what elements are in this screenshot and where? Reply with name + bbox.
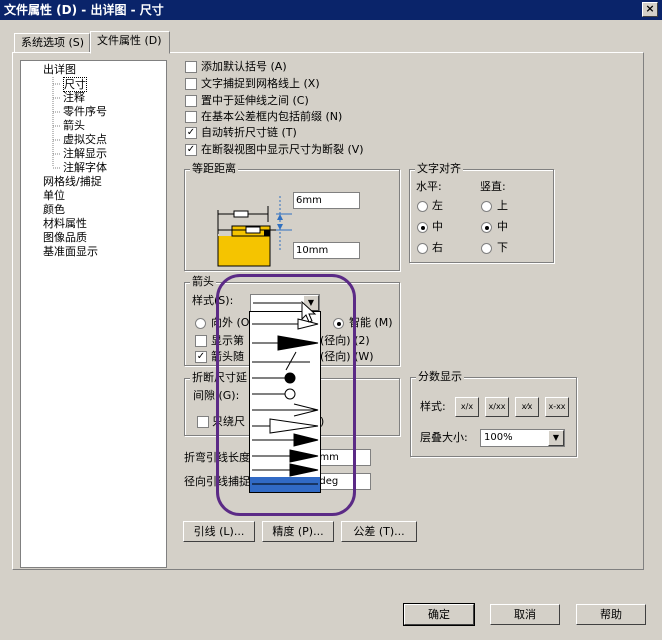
arrow-group-title: 箭头 <box>190 275 216 288</box>
offset-group-title: 等距距离 <box>190 162 238 175</box>
label-include-prefix: 在基本公差框内包括前缀 (N) <box>201 110 343 123</box>
checkbox-auto-jog[interactable]: ✓ <box>185 127 197 139</box>
leader-button[interactable]: 引线 (L)... <box>183 521 255 542</box>
tab-document-properties[interactable]: 文件属性 (D) <box>90 31 170 54</box>
checkbox-center-between-extensions[interactable] <box>185 95 197 107</box>
radio-v-top[interactable] <box>481 201 492 212</box>
cancel-button[interactable]: 取消 <box>490 604 560 625</box>
offset-bottom-input[interactable]: 10mm <box>293 242 360 259</box>
stack-size-select[interactable]: 100% ▼ <box>480 429 565 447</box>
fraction-style-2-button[interactable]: x/xx <box>485 397 509 417</box>
radio-h-center[interactable] <box>417 222 428 233</box>
fraction-style-3-button[interactable]: x⁄x <box>515 397 539 417</box>
radio-h-center-label: 中 <box>432 220 443 233</box>
label-default-parentheses: 添加默认括号 (A) <box>201 60 287 73</box>
fraction-style-4-button[interactable]: x-xx <box>545 397 569 417</box>
checkbox-display-second[interactable] <box>195 335 207 347</box>
fraction-style-1-button[interactable]: x/x <box>455 397 479 417</box>
mouse-cursor-icon <box>301 301 317 323</box>
radio-v-middle[interactable] <box>481 222 492 233</box>
checkbox-only-around[interactable] <box>197 416 209 428</box>
checkbox-arrow-follow[interactable]: ✓ <box>195 351 207 363</box>
label-snap-text-grid: 文字捕捉到网格线上 (X) <box>201 77 320 90</box>
radio-h-right[interactable] <box>417 243 428 254</box>
radio-v-bottom[interactable] <box>481 243 492 254</box>
radio-v-top-label: 上 <box>497 199 508 212</box>
label-auto-jog: 自动转折尺寸链 (T) <box>201 126 297 139</box>
help-button[interactable]: 帮助 <box>576 604 646 625</box>
window-title: 文件属性 (D) - 出详图 - 尺寸 <box>0 0 662 20</box>
close-button[interactable]: × <box>642 2 658 17</box>
checkbox-default-parentheses[interactable] <box>185 61 197 73</box>
fraction-style-label: 样式: <box>420 400 446 413</box>
radio-h-left[interactable] <box>417 201 428 212</box>
highlight-annotation <box>216 274 356 516</box>
stack-size-label: 层叠大小: <box>420 431 468 444</box>
label-center-between-extensions: 置中于延伸线之间 (C) <box>201 94 309 107</box>
tolerance-button[interactable]: 公差 (T)... <box>341 521 417 542</box>
radio-arrow-outside[interactable] <box>195 318 206 329</box>
tab-system-options[interactable]: 系统选项 (S) <box>14 33 90 53</box>
radio-v-middle-label: 中 <box>497 220 508 233</box>
stack-size-value: 100% <box>484 432 513 443</box>
radio-h-left-label: 左 <box>432 199 443 212</box>
checkbox-snap-text-grid[interactable] <box>185 78 197 90</box>
options-tree[interactable]: 出详图 尺寸 注释 零件序号 箭头 虚拟交点 注解显示 注解字体 网格线/捕捉 … <box>20 60 167 568</box>
checkbox-show-broken[interactable]: ✓ <box>185 144 197 156</box>
tree-lines <box>52 77 61 169</box>
vertical-label: 竖直: <box>480 180 506 193</box>
precision-button[interactable]: 精度 (P)... <box>262 521 334 542</box>
label-show-broken: 在断裂视图中显示尺寸为断裂 (V) <box>201 143 364 156</box>
radio-v-bottom-label: 下 <box>497 241 508 254</box>
horizontal-label: 水平: <box>416 180 442 193</box>
ok-button[interactable]: 确定 <box>403 603 475 626</box>
radio-h-right-label: 右 <box>432 241 443 254</box>
offset-top-input[interactable]: 6mm <box>293 192 360 209</box>
checkbox-include-prefix[interactable] <box>185 111 197 123</box>
offset-diagram-icon <box>217 196 292 267</box>
chevron-down-icon[interactable]: ▼ <box>548 430 564 446</box>
text-align-title: 文字对齐 <box>415 162 463 175</box>
fraction-title: 分数显示 <box>416 370 464 383</box>
